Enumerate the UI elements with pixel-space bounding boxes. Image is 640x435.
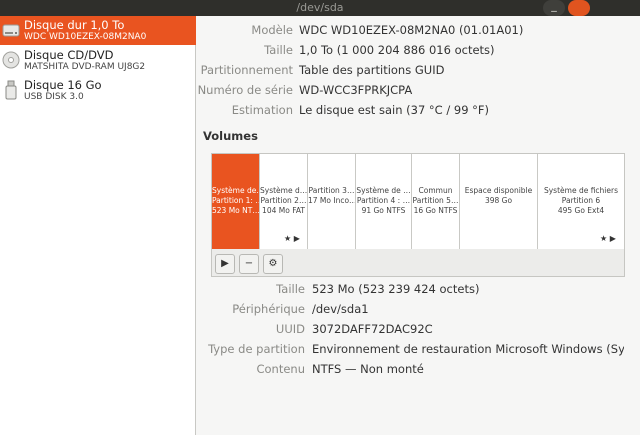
partition-block[interactable]: Système de … Partition 4 : … 91 Go NTFS — [356, 154, 412, 249]
hard-disk-icon — [2, 24, 20, 37]
delete-partition-button[interactable]: − — [239, 254, 259, 274]
minimize-button[interactable]: _ — [543, 0, 565, 16]
partition-line: 523 Mo NT… — [212, 206, 259, 215]
detail-uuid-label-row: UUID — [197, 322, 305, 338]
sidebar-device-optical[interactable]: Disque CD/DVD MATSHITA DVD-RAM UJ8G2 — [0, 46, 196, 75]
partition-line: 17 Mo Inco… — [308, 196, 355, 205]
drive-model-label-row: Modèle — [197, 23, 293, 39]
partition-line: 91 Go NTFS — [361, 206, 406, 215]
partition-block[interactable]: Partition 3… 17 Mo Inco… — [308, 154, 356, 249]
detail-size-label-row: Taille — [197, 282, 305, 298]
drive-assessment-label: Estimation — [231, 103, 293, 117]
optical-disc-icon — [2, 51, 20, 69]
drive-model-label: Modèle — [251, 23, 293, 37]
close-button[interactable] — [568, 0, 590, 16]
partition-block[interactable]: Espace disponible 398 Go — [460, 154, 538, 249]
drive-size-label: Taille — [264, 43, 293, 57]
partition-line: Système de … — [356, 186, 411, 195]
drive-serial-label-row: Numéro de série — [197, 83, 293, 99]
detail-device-label-row: Périphérique — [197, 302, 305, 318]
detail-uuid-value: 3072DAFF72DAC92C — [312, 322, 433, 336]
device-detail: MATSHITA DVD-RAM UJ8G2 — [24, 62, 146, 72]
partition-line: Système d… — [260, 186, 307, 195]
star-play-icon: ★ ▶ — [600, 234, 616, 243]
partition-label: Commun Partition 5… 16 Go NTFS — [412, 186, 459, 216]
device-name: Disque CD/DVD — [24, 48, 114, 62]
partition-line: Partition 1: … — [212, 196, 259, 205]
drive-model-value: WDC WD10EZEX-08M2NA0 (01.01A01) — [299, 23, 524, 37]
detail-device-label: Périphérique — [232, 302, 305, 316]
settings-icon[interactable]: ⚙ — [263, 254, 283, 274]
partition-line: Partition 5… — [412, 196, 459, 205]
partition-line: Partition 3… — [308, 186, 355, 195]
detail-type-value-row: Environnement de restauration Microsoft … — [312, 342, 624, 358]
partition-line: Système de fichiers — [543, 186, 618, 195]
partition-label: Système de fichiers Partition 6 495 Go E… — [538, 186, 624, 216]
partition-block[interactable]: Système d… Partition 2… 104 Mo FAT ★ ▶ — [260, 154, 308, 249]
star-play-icon: ★ ▶ — [284, 234, 300, 243]
detail-size-label: Taille — [276, 282, 305, 296]
drive-partitioning-value: Table des partitions GUID — [299, 63, 445, 77]
sidebar-device-usb[interactable]: Disque 16 Go USB DISK 3.0 — [0, 76, 196, 105]
partition-block[interactable]: Commun Partition 5… 16 Go NTFS — [412, 154, 460, 249]
title-bar: /dev/sda _ — [0, 0, 640, 16]
drive-partitioning-label: Partitionnement — [200, 63, 293, 77]
detail-content-label-row: Contenu — [197, 362, 305, 378]
detail-content-value: NTFS — Non monté — [312, 362, 424, 376]
device-name: Disque dur 1,0 To — [24, 18, 125, 32]
device-sidebar: Disque dur 1,0 To WDC WD10EZEX-08M2NA0 D… — [0, 16, 196, 435]
partition-line: Partition 4 : … — [356, 196, 411, 205]
drive-details-panel: Modèle WDC WD10EZEX-08M2NA0 (01.01A01) T… — [197, 16, 640, 435]
partition-line: Espace disponible — [464, 186, 533, 195]
partition-line: 398 Go — [484, 196, 513, 205]
usb-drive-icon — [5, 80, 17, 100]
partition-label: Système de… Partition 1: … 523 Mo NT… — [212, 186, 259, 216]
detail-type-label: Type de partition — [208, 342, 305, 356]
drive-assessment-value: Le disque est sain (37 °C / 99 °F) — [299, 103, 490, 117]
device-detail: USB DISK 3.0 — [24, 92, 84, 102]
drive-serial-label: Numéro de série — [197, 83, 293, 97]
partition-line: 16 Go NTFS — [413, 206, 458, 215]
partition-label: Système d… Partition 2… 104 Mo FAT — [260, 186, 307, 216]
detail-type-label-row: Type de partition — [197, 342, 305, 358]
partition-label: Espace disponible 398 Go — [460, 186, 537, 206]
volumes-heading: Volumes — [203, 129, 258, 143]
drive-assessment-label-row: Estimation — [197, 103, 293, 119]
partition-line: Commun — [418, 186, 453, 195]
partition-line: Partition 2… — [260, 196, 307, 205]
partition-line: 104 Mo FAT — [262, 206, 305, 215]
drive-size-value: 1,0 To (1 000 204 886 016 octets) — [299, 43, 495, 57]
drive-partitioning-label-row: Partitionnement — [197, 63, 293, 79]
partition-line: 495 Go Ext4 — [557, 206, 605, 215]
detail-size-value: 523 Mo (523 239 424 octets) — [312, 282, 480, 296]
mount-button[interactable]: ▶ — [215, 254, 235, 274]
sidebar-device-hard-disk[interactable]: Disque dur 1,0 To WDC WD10EZEX-08M2NA0 — [0, 16, 196, 45]
partition-line: Partition 6 — [561, 196, 601, 205]
drive-serial-value: WD-WCC3FPRKJCPA — [299, 83, 413, 97]
volumes-frame: Système de… Partition 1: … 523 Mo NT… Sy… — [211, 153, 625, 277]
detail-device-value: /dev/sda1 — [312, 302, 369, 316]
partition-line: Système de… — [212, 186, 259, 195]
partition-block[interactable]: Système de fichiers Partition 6 495 Go E… — [538, 154, 624, 249]
detail-type-value: Environnement de restauration Microsoft … — [312, 342, 624, 356]
partition-map: Système de… Partition 1: … 523 Mo NT… Sy… — [212, 154, 624, 249]
drive-size-label-row: Taille — [197, 43, 293, 59]
partition-label: Système de … Partition 4 : … 91 Go NTFS — [356, 186, 411, 216]
device-name: Disque 16 Go — [24, 78, 102, 92]
device-detail: WDC WD10EZEX-08M2NA0 — [24, 32, 147, 42]
partition-label: Partition 3… 17 Mo Inco… — [308, 186, 355, 206]
partition-block[interactable]: Système de… Partition 1: … 523 Mo NT… — [212, 154, 260, 249]
detail-content-label: Contenu — [256, 362, 305, 376]
detail-uuid-label: UUID — [275, 322, 305, 336]
